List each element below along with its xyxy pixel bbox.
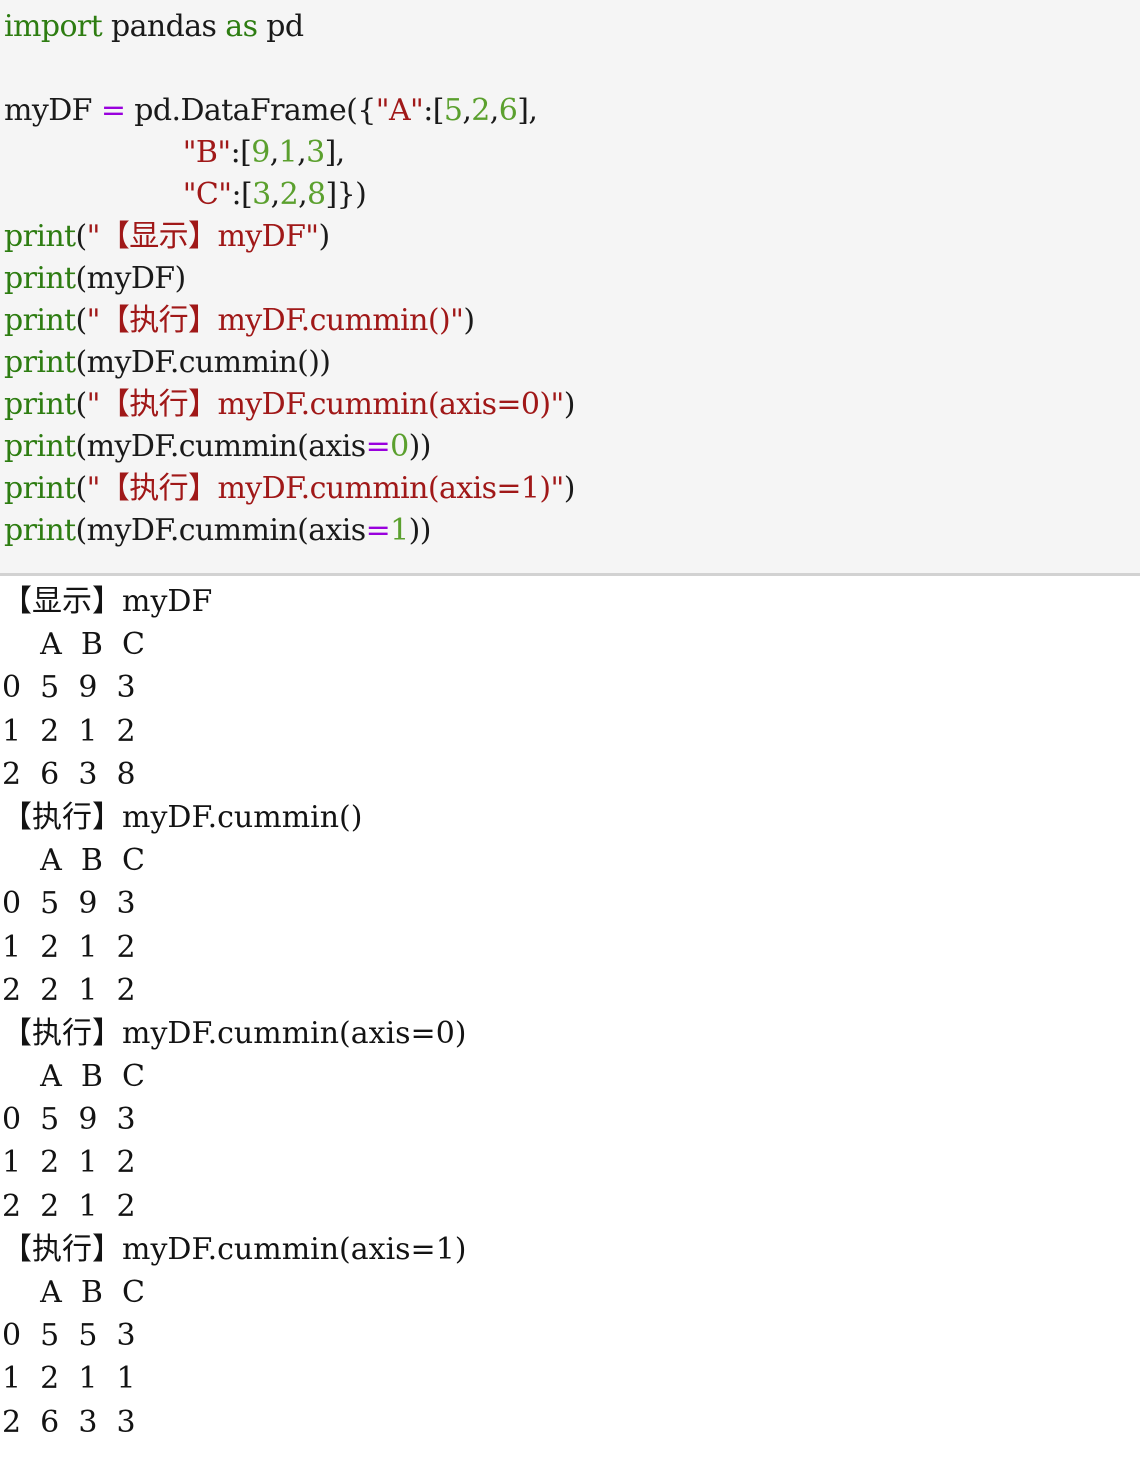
- code-token-plain: :[: [231, 177, 253, 212]
- output-data-row: 1 2 1 1: [2, 1361, 136, 1397]
- code-line: print("【显示】myDF"): [4, 216, 1140, 258]
- code-token-str: "C": [182, 177, 232, 212]
- code-token-op: =: [365, 429, 391, 464]
- output-data-row: 2 6 3 8: [2, 756, 136, 792]
- code-token-plain: ): [563, 387, 576, 422]
- code-token-str: "【执行】myDF.cummin(axis=0)": [86, 387, 565, 422]
- code-line: print(myDF.cummin()): [4, 342, 1140, 384]
- code-token-plain: :[: [230, 135, 252, 170]
- output-data-row: 0 5 9 3: [2, 886, 136, 922]
- code-token-fn: print: [4, 345, 76, 380]
- code-token-num: 2: [471, 93, 490, 128]
- code-line: "B":[9,1,3],: [4, 132, 1140, 174]
- code-token-num: 6: [498, 93, 518, 128]
- code-token-plain: ,: [489, 93, 500, 128]
- code-token-plain: myDF: [4, 93, 101, 128]
- output-data-row: 2 2 1 2: [2, 1188, 136, 1224]
- output-section-heading: 【执行】myDF.cummin(): [2, 799, 363, 835]
- code-token-plain: (myDF.cummin()): [75, 345, 331, 380]
- code-line: print(myDF.cummin(axis=1)): [4, 510, 1140, 552]
- code-token-str: "A": [375, 93, 424, 128]
- code-token-num: 0: [390, 429, 409, 464]
- code-token-op: =: [100, 93, 126, 128]
- code-token-plain: (myDF.cummin(axis: [75, 429, 367, 464]
- code-token-plain: (: [75, 303, 88, 338]
- output-section-heading: 【执行】myDF.cummin(axis=0): [2, 1015, 467, 1051]
- code-token-plain: pd: [257, 9, 304, 44]
- code-token-num: 8: [307, 177, 326, 212]
- code-line: print(myDF.cummin(axis=0)): [4, 426, 1140, 468]
- code-token-plain: ): [563, 471, 576, 506]
- code-token-plain: ,: [462, 93, 472, 128]
- output-data-row: 1 2 1 2: [2, 1145, 136, 1181]
- code-token-plain: ,: [269, 135, 280, 170]
- code-token-fn: print: [4, 387, 76, 422]
- code-line: print("【执行】myDF.cummin()"): [4, 300, 1140, 342]
- code-token-plain: :[: [423, 93, 444, 128]
- output-data-row: 2 6 3 3: [2, 1404, 136, 1440]
- code-token-str: "【执行】myDF.cummin()": [86, 303, 464, 338]
- code-line: print(myDF): [4, 258, 1140, 300]
- code-token-num: 2: [279, 177, 299, 212]
- code-line: print("【执行】myDF.cummin(axis=0)"): [4, 384, 1140, 426]
- output-data-row: 0 5 5 3: [2, 1318, 136, 1354]
- code-token-str: "B": [182, 135, 231, 170]
- output-column-header-row: A B C: [2, 627, 145, 663]
- code-token-num: 1: [390, 513, 409, 548]
- output-data-row: 0 5 9 3: [2, 1102, 136, 1138]
- code-token-plain: (myDF.cummin(axis: [75, 513, 367, 548]
- code-token-str: "【显示】myDF": [86, 219, 319, 254]
- code-token-plain: ],: [324, 135, 346, 170]
- output-column-header-row: A B C: [2, 1059, 145, 1095]
- code-token-plain: )): [408, 513, 432, 548]
- code-line: "C":[3,2,8]}): [4, 174, 1140, 216]
- code-editor-panel: import pandas as pd myDF = pd.DataFrame(…: [0, 0, 1140, 576]
- code-token-num: 9: [251, 135, 270, 170]
- code-token-fn: print: [4, 261, 76, 296]
- code-token-str: "【执行】myDF.cummin(axis=1)": [86, 471, 565, 506]
- output-data-row: 0 5 9 3: [2, 670, 136, 706]
- output-section-heading: 【显示】myDF: [2, 584, 213, 619]
- output-data-row: 2 2 1 2: [2, 972, 136, 1008]
- code-token-fn: print: [4, 513, 76, 548]
- code-token-num: 5: [443, 93, 463, 128]
- code-token-plain: )): [408, 429, 432, 464]
- code-token-plain: ,: [297, 135, 307, 170]
- code-token-plain: (myDF): [75, 261, 187, 296]
- code-token-plain: pandas: [102, 9, 226, 44]
- output-column-header-row: A B C: [2, 843, 145, 879]
- code-token-fn: print: [4, 471, 76, 506]
- code-token-plain: ): [318, 219, 331, 254]
- code-token-plain: ,: [270, 177, 281, 212]
- output-column-header-row: A B C: [2, 1275, 145, 1310]
- console-output-panel: 【显示】myDF A B C 0 5 9 3 1 2 1 2 2 6 3 8 【执行】m…: [0, 576, 1140, 1444]
- code-token-kw: import: [4, 9, 103, 44]
- code-token-plain: ]}): [325, 177, 367, 212]
- code-token-num: 3: [252, 177, 271, 212]
- code-line: myDF = pd.DataFrame({"A":[5,2,6],: [4, 90, 1140, 132]
- code-token-plain: (: [75, 219, 88, 254]
- code-line: print("【执行】myDF.cummin(axis=1)"): [4, 468, 1140, 510]
- code-token-plain: (: [75, 387, 88, 422]
- output-data-row: 1 2 1 2: [2, 713, 136, 749]
- code-token-plain: pd.DataFrame({: [125, 93, 376, 128]
- code-token-plain: ,: [298, 177, 308, 212]
- code-token-plain: ): [463, 303, 475, 338]
- output-section-heading: 【执行】myDF.cummin(axis=1): [2, 1231, 467, 1267]
- code-token-num: 1: [278, 135, 298, 170]
- code-token-kw: as: [225, 9, 258, 44]
- code-token-fn: print: [4, 219, 76, 254]
- code-token-fn: print: [4, 429, 76, 464]
- code-token-op: =: [365, 513, 391, 548]
- output-data-row: 1 2 1 2: [2, 929, 136, 965]
- code-token-fn: print: [4, 303, 76, 338]
- code-token-num: 3: [306, 135, 325, 170]
- code-line: import pandas as pd: [4, 6, 1140, 48]
- code-token-plain: (: [75, 471, 88, 506]
- code-token-plain: ],: [517, 93, 538, 128]
